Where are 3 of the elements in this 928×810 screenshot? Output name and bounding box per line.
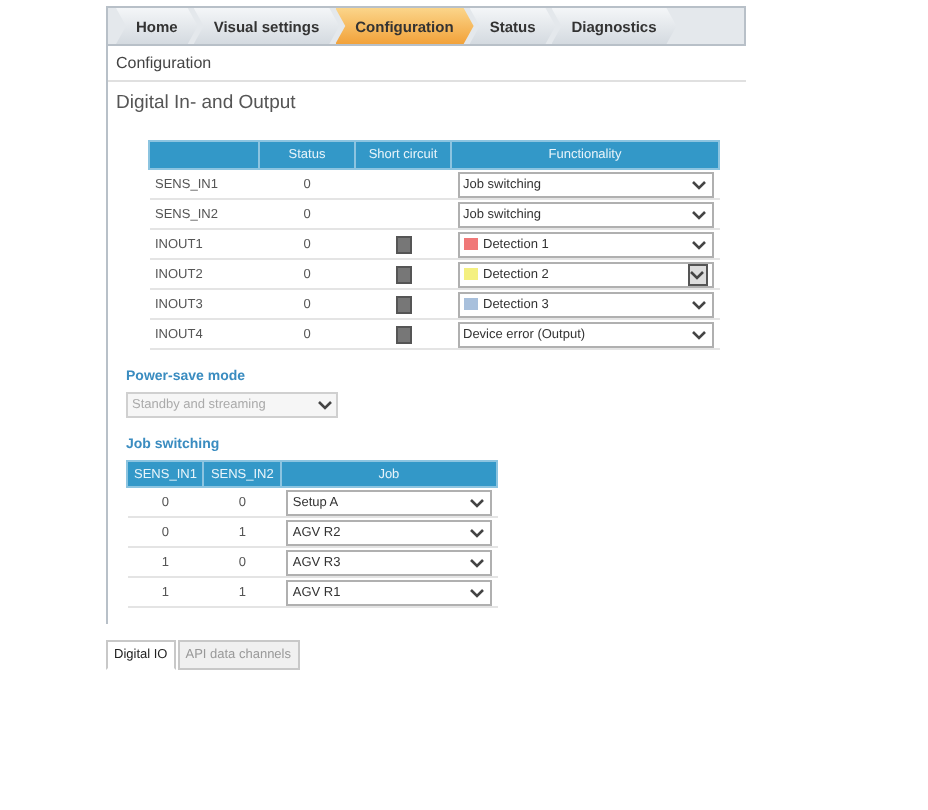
section-title: Digital In- and Output (114, 90, 298, 118)
caret-icon (316, 396, 332, 414)
breadcrumb: Configuration (108, 46, 746, 82)
